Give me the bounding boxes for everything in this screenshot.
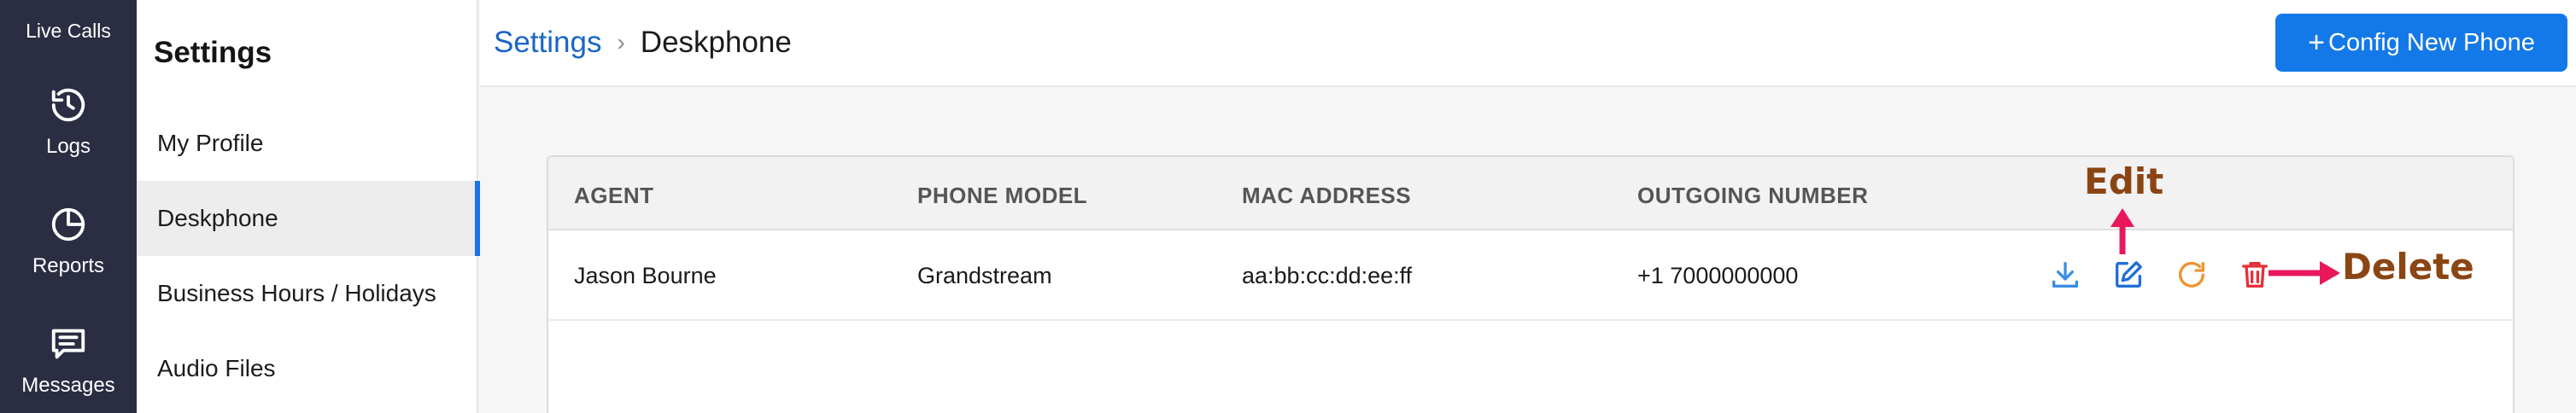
refresh-icon <box>2179 261 2204 288</box>
rail-item-label: Logs <box>45 135 91 158</box>
edit-button[interactable] <box>2111 258 2146 292</box>
sidebar-item-label: Audio Files <box>157 355 276 381</box>
live-calls-label: Live Calls <box>26 19 111 42</box>
config-new-phone-button[interactable]: + Config New Phone <box>2275 14 2567 72</box>
page-title: Deskphone <box>640 26 792 59</box>
sidebar-item-label: My Profile <box>157 130 264 156</box>
sidebar-item-label: Deskphone <box>157 205 278 231</box>
edit-annotation: Edit <box>2084 160 2164 202</box>
cell-mac-address: aa:bb:cc:dd:ee:ff <box>1242 263 1413 288</box>
column-header-phone-model: PHONE MODEL <box>917 183 1088 208</box>
message-icon <box>51 329 85 359</box>
rail-item-label: Messages <box>21 374 115 397</box>
column-header-agent: AGENT <box>574 183 654 208</box>
page-header: Settings › Deskphone + Config New Phone <box>480 0 2576 87</box>
sidebar-item-my-profile[interactable]: My Profile <box>137 106 478 181</box>
sidebar-title: Settings <box>154 36 272 69</box>
sidebar-item-label: Business Hours / Holidays <box>157 280 436 306</box>
sidebar-item-audio-files[interactable]: Audio Files <box>137 331 478 406</box>
settings-sidebar: Settings My Profile Deskphone Business H… <box>137 0 480 413</box>
download-button[interactable] <box>2048 258 2082 292</box>
rail-item-reports[interactable]: Reports <box>0 205 137 278</box>
cell-phone-model: Grandstream <box>917 263 1052 288</box>
column-header-outgoing-number: OUTGOING NUMBER <box>1637 183 1869 208</box>
deskphone-table: AGENT PHONE MODEL MAC ADDRESS OUTGOING N… <box>547 155 2515 413</box>
cell-agent: Jason Bourne <box>574 263 717 288</box>
delete-annotation: Delete <box>2342 246 2474 288</box>
config-new-phone-label: Config New Phone <box>2328 28 2535 56</box>
rail-item-messages[interactable]: Messages <box>0 324 137 398</box>
delete-button[interactable] <box>2238 258 2272 292</box>
edit-icon <box>2116 261 2142 288</box>
column-header-mac-address: MAC ADDRESS <box>1242 183 1412 208</box>
app-rail: Live Calls Logs Reports Messages <box>0 0 137 413</box>
refresh-button[interactable] <box>2175 258 2209 292</box>
sidebar-item-business-hours[interactable]: Business Hours / Holidays <box>137 256 478 331</box>
live-calls-tab[interactable]: Live Calls <box>0 0 137 61</box>
pie-chart-icon <box>51 207 85 241</box>
sidebar-item-deskphone[interactable]: Deskphone <box>137 181 480 256</box>
chevron-right-icon: › <box>617 29 625 55</box>
rail-item-label: Reports <box>32 254 105 277</box>
rail-item-logs[interactable]: Logs <box>0 85 137 159</box>
table-header: AGENT PHONE MODEL MAC ADDRESS OUTGOING N… <box>548 157 2513 230</box>
download-icon <box>2052 262 2078 288</box>
plus-icon: + <box>2308 26 2326 59</box>
breadcrumb-settings-link[interactable]: Settings <box>494 26 601 60</box>
table-row: Jason Bourne Grandstream aa:bb:cc:dd:ee:… <box>548 230 2513 321</box>
breadcrumb: Settings › Deskphone <box>494 26 792 60</box>
cell-outgoing-number: +1 7000000000 <box>1637 263 1799 288</box>
trash-icon <box>2242 262 2268 288</box>
history-icon <box>51 88 85 122</box>
